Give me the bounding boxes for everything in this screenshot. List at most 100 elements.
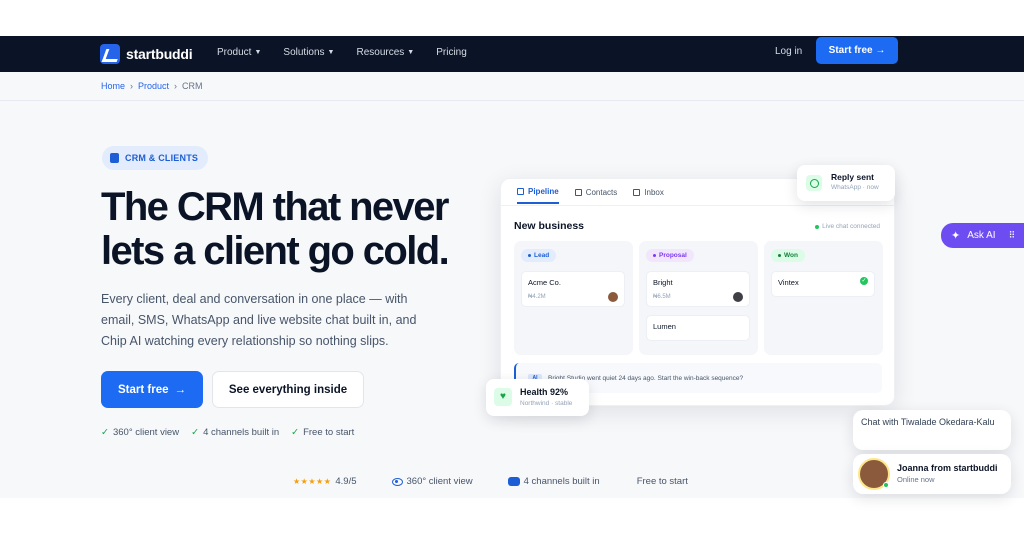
feature-checks: ✓ 360° client view ✓ 4 channels built in ✓… (101, 427, 354, 438)
nav-item-pricing[interactable]: Pricing (436, 47, 467, 58)
live-status: Live chat connected (815, 223, 880, 230)
feature-check-label: 4 channels built in (203, 427, 280, 438)
avatar (608, 292, 618, 302)
stage-tag-label: Won (784, 252, 798, 259)
sparkle-icon: ✦ (951, 230, 961, 242)
check-icon: ✓ (191, 427, 200, 438)
breadcrumb-separator: › (174, 81, 178, 91)
inbox-icon (633, 189, 641, 196)
rating-stat: ★★★★★ 4.9/5 (293, 476, 357, 487)
health-score-card: ♥ Health 92% Northwind · stable (486, 379, 589, 416)
online-dot-icon (883, 482, 889, 488)
stage-tag: Won (771, 249, 805, 262)
avatar (733, 292, 743, 302)
check-icon: ✓ (101, 427, 109, 438)
tab-label: Pipeline (528, 187, 559, 196)
pipeline-column-won: Won Vintex ✓ (764, 241, 883, 355)
tab-contacts[interactable]: Contacts (574, 187, 618, 204)
online-dot-icon (815, 224, 820, 229)
contact-card-icon (110, 153, 119, 163)
start-free-button[interactable]: Start free → (101, 371, 203, 408)
nav-menu: Product ▼ Solutions ▼ Resources ▼ Pricin… (217, 47, 467, 58)
stats-bar: ★★★★★ 4.9/5 360° client view 4 channels … (293, 476, 688, 487)
ask-ai-button[interactable]: ✦ Ask AI ⠿ (941, 223, 1024, 248)
arrow-right-icon: → (174, 383, 187, 396)
divider (0, 100, 1024, 101)
deal-name: Lumen (653, 322, 676, 331)
chevron-down-icon: ▼ (407, 49, 415, 56)
deal-value: ₦4.2M (528, 294, 546, 300)
stage-tag-label: Lead (534, 252, 550, 259)
dot-icon (778, 254, 781, 257)
tab-label: Contacts (585, 188, 618, 197)
pill-label: CRM & CLIENTS (125, 153, 199, 163)
rating-value: 4.9/5 (335, 476, 357, 487)
breadcrumb-home[interactable]: Home (101, 81, 125, 91)
health-title: Health 92% (520, 387, 569, 397)
pipeline-column-lead: Lead Acme Co. ₦4.2M (514, 241, 633, 355)
brand-name: startbuddi (126, 46, 193, 62)
chat-icon (507, 477, 520, 486)
whatsapp-icon (806, 175, 822, 191)
pipeline-title: New business (514, 220, 585, 232)
deal-card[interactable]: Vintex ✓ (771, 271, 875, 297)
tab-inbox[interactable]: Inbox (633, 187, 664, 204)
chevron-down-icon: ▼ (254, 49, 262, 56)
nav-item-solutions[interactable]: Solutions ▼ (283, 47, 334, 58)
deal-name: Vintex (778, 278, 799, 287)
toast-subtitle: WhatsApp · now (831, 184, 879, 191)
live-status-label: Live chat connected (822, 223, 880, 230)
star-icons: ★★★★★ (293, 477, 332, 486)
see-everything-button[interactable]: See everything inside (212, 371, 364, 408)
login-link[interactable]: Log in (775, 46, 802, 57)
tab-label: Inbox (644, 188, 664, 197)
dot-icon (653, 254, 656, 257)
agent-status: Online now (897, 475, 935, 484)
check-icon: ✓ (291, 427, 300, 438)
page: startbuddi Product ▼ Solutions ▼ Resourc… (0, 0, 1024, 551)
list-icon (574, 189, 582, 196)
tab-pipeline[interactable]: Pipeline (517, 187, 559, 204)
deal-name: Acme Co. (528, 278, 561, 287)
breadcrumb-separator: › (130, 81, 134, 91)
pipeline-column-proposal: Proposal Bright ₦6.5M Lumen (639, 241, 758, 355)
heart-icon: ♥ (494, 388, 512, 406)
eye-icon (391, 477, 403, 486)
button-label: Start free (118, 383, 169, 396)
crm-preview-card: Pipeline Contacts Inbox New business Liv… (500, 178, 895, 406)
nav-item-resources[interactable]: Resources ▼ (356, 47, 414, 58)
start-free-nav-button[interactable]: Start free → (816, 37, 898, 64)
nav-item-label: Product (217, 47, 252, 58)
nav-item-product[interactable]: Product ▼ (217, 47, 261, 58)
pipeline-icon (517, 188, 524, 195)
hero-headline: The CRM that never lets a client go cold… (101, 185, 450, 273)
reply-sent-toast: Reply sent WhatsApp · now (797, 165, 895, 201)
deal-card[interactable]: Bright ₦6.5M (646, 271, 750, 307)
breadcrumb-product[interactable]: Product (138, 81, 169, 91)
health-subtitle: Northwind · stable (520, 400, 573, 407)
drag-handle-icon[interactable]: ⠿ (1009, 230, 1016, 241)
nav-item-label: Pricing (436, 47, 467, 58)
deal-card[interactable]: Lumen (646, 315, 750, 341)
deal-name: Bright (653, 278, 673, 287)
hero-subtext: Every client, deal and conversation in o… (101, 292, 417, 348)
breadcrumb-current: CRM (182, 81, 203, 91)
top-nav: startbuddi Product ▼ Solutions ▼ Resourc… (0, 36, 1024, 72)
breadcrumb: Home › Product › CRM (101, 81, 203, 91)
nav-item-label: Solutions (283, 47, 325, 58)
stage-tag: Proposal (646, 249, 694, 262)
chat-prompt-bubble[interactable]: Chat with Tiwalade Okedara-Kalu (853, 410, 1011, 450)
preview-tabs: Pipeline Contacts Inbox (517, 187, 664, 204)
logo-icon (100, 44, 120, 64)
toast-title: Reply sent (831, 172, 874, 182)
divider (501, 205, 894, 206)
deal-value: ₦6.5M (653, 294, 671, 300)
feature-check-label: Free to start (303, 427, 355, 438)
feature-check-item: ✓ 4 channels built in (191, 427, 279, 438)
chevron-down-icon: ▼ (327, 49, 335, 56)
chat-agent-card[interactable]: Joanna from startbuddi Online now (853, 454, 1011, 494)
deal-card[interactable]: Acme Co. ₦4.2M (521, 271, 625, 307)
category-pill: CRM & CLIENTS (102, 146, 209, 170)
dot-icon (528, 254, 531, 257)
brand-logo[interactable]: startbuddi (100, 44, 193, 64)
